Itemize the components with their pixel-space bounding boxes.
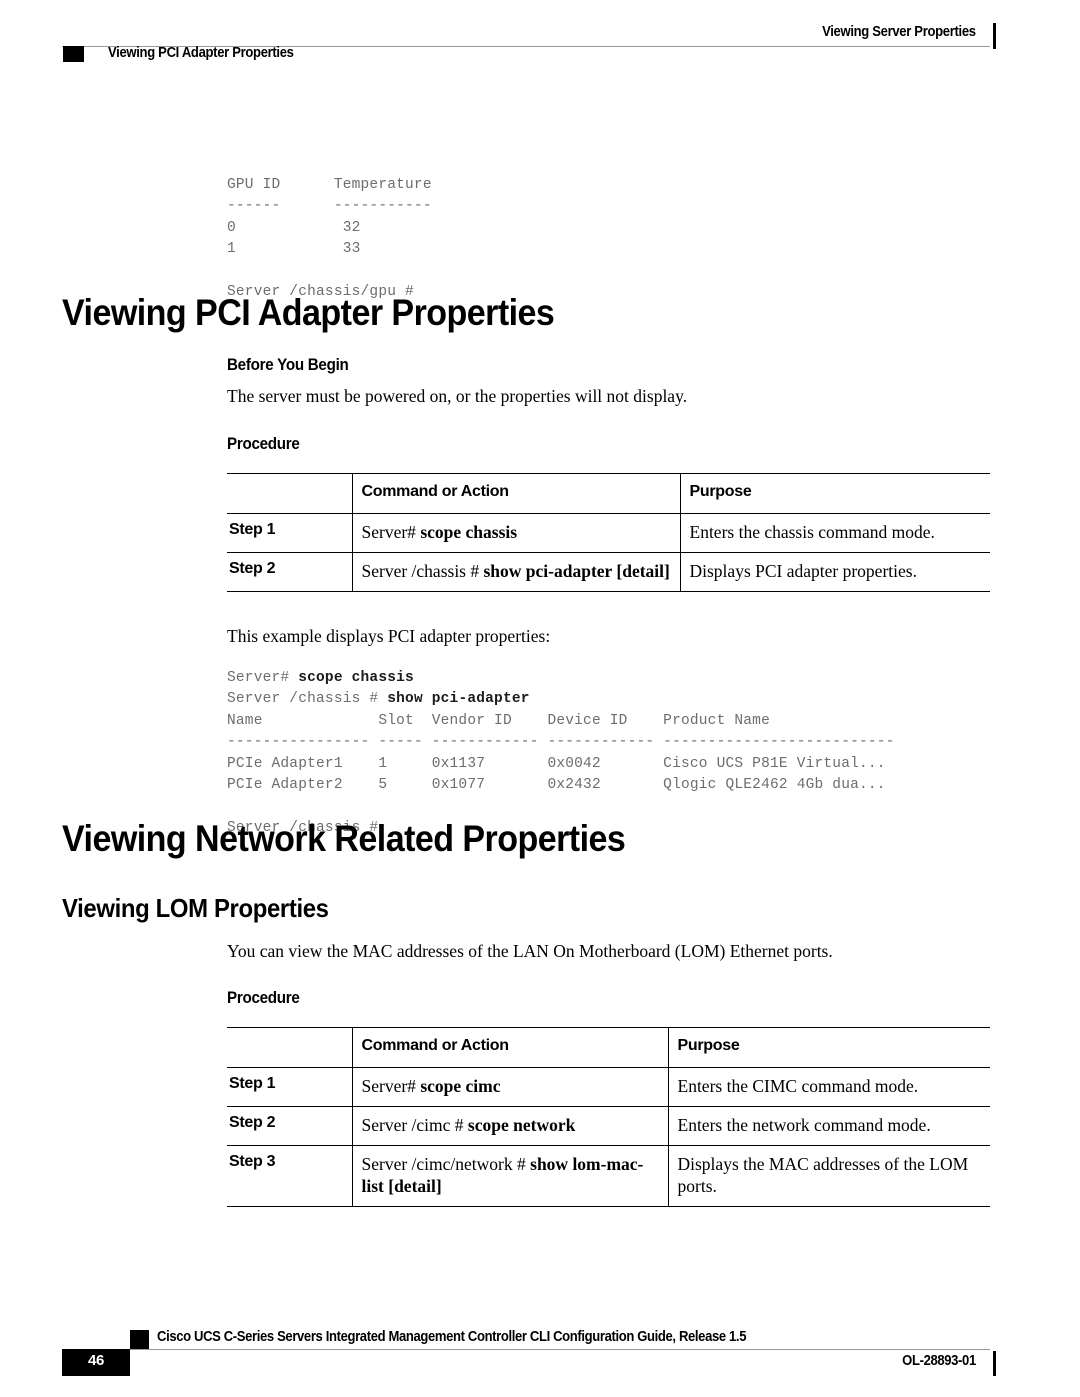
before-you-begin-text: The server must be powered on, or the pr… xyxy=(227,386,688,406)
step-command-cell: Server /chassis # show pci-adapter [deta… xyxy=(351,552,680,592)
section-heading-viewing-lom-properties: Viewing LOM Properties xyxy=(62,893,329,923)
heading-before-you-begin: Before You Begin xyxy=(227,356,349,374)
page-title-viewing-network-related-properties: Viewing Network Related Properties xyxy=(62,818,626,859)
table-row: Step 1 Server# scope cimc Enters the CIM… xyxy=(227,1067,990,1107)
footer-bullet-square-icon xyxy=(130,1330,149,1349)
header-bullet-square-icon xyxy=(63,46,84,62)
running-head-right: Viewing Server Properties xyxy=(822,24,976,40)
footer-document-id: OL-28893-01 xyxy=(902,1353,976,1369)
command-prompt-text: Server# xyxy=(361,522,421,542)
table-row: Step 3 Server /cimc/network # show lom-m… xyxy=(227,1145,990,1207)
example-intro-text-pci: This example displays PCI adapter proper… xyxy=(227,626,551,646)
step-purpose-cell: Displays the MAC addresses of the LOM po… xyxy=(667,1145,990,1207)
step-purpose-cell: Enters the chassis command mode. xyxy=(679,513,990,553)
header-edge-tick-mark xyxy=(993,23,996,49)
page-number: 46 xyxy=(87,1352,105,1369)
step-label: Step 1 xyxy=(227,1067,352,1107)
table-header-row: Command or Action Purpose xyxy=(227,473,990,514)
column-header-command-or-action: Command or Action xyxy=(351,1027,668,1068)
page-footer: Cisco UCS C-Series Servers Integrated Ma… xyxy=(0,1307,1080,1397)
column-header-blank xyxy=(227,473,352,514)
column-header-purpose: Purpose xyxy=(667,1027,990,1068)
table-row: Step 2 Server /cimc # scope network Ente… xyxy=(227,1106,990,1146)
heading-procedure-pci: Procedure xyxy=(227,435,300,453)
heading-procedure-lom: Procedure xyxy=(227,989,300,1007)
step-label: Step 2 xyxy=(227,552,352,592)
step-purpose-cell: Displays PCI adapter properties. xyxy=(679,552,990,592)
gpu-temperature-code-block: GPU ID Temperature ------ ----------- 0 … xyxy=(227,176,432,301)
pci-adapter-example-code-block: Server# scope chassis Server /chassis # … xyxy=(227,668,895,840)
procedure-table-lom: Command or Action Purpose Step 1 Server#… xyxy=(227,1027,990,1207)
command-prompt-text: Server /chassis # xyxy=(361,561,484,581)
page-header: Viewing Server Properties Viewing PCI Ad… xyxy=(0,0,1080,78)
running-head-left: Viewing PCI Adapter Properties xyxy=(108,45,294,61)
footer-guide-title: Cisco UCS C-Series Servers Integrated Ma… xyxy=(157,1329,747,1345)
command-prompt-text: Server# xyxy=(361,1076,421,1096)
step-command-cell: Server# scope cimc xyxy=(351,1067,668,1107)
step-command-cell: Server /cimc # scope network xyxy=(351,1106,668,1146)
page-title-viewing-pci-adapter-properties: Viewing PCI Adapter Properties xyxy=(62,292,555,333)
step-label: Step 3 xyxy=(227,1145,352,1207)
step-command-cell: Server# scope chassis xyxy=(351,513,680,553)
code-prompt-line1: Server# xyxy=(227,669,299,686)
command-keyword-text: scope chassis xyxy=(420,522,518,542)
column-header-command-or-action: Command or Action xyxy=(351,473,680,514)
step-label: Step 2 xyxy=(227,1106,352,1146)
code-command-line2: show pci-adapter xyxy=(387,691,530,707)
command-prompt-text: Server /cimc # xyxy=(361,1115,468,1135)
step-purpose-cell: Enters the CIMC command mode. xyxy=(667,1067,990,1107)
command-keyword-text: show pci-adapter [detail] xyxy=(483,561,670,581)
step-purpose-cell: Enters the network command mode. xyxy=(667,1106,990,1146)
procedure-table-pci: Command or Action Purpose Step 1 Server#… xyxy=(227,473,990,592)
step-label: Step 1 xyxy=(227,513,352,553)
footer-edge-tick-mark xyxy=(993,1351,996,1376)
table-header-row: Command or Action Purpose xyxy=(227,1027,990,1068)
lom-intro-text: You can view the MAC addresses of the LA… xyxy=(227,941,833,961)
command-keyword-text: scope network xyxy=(467,1115,576,1135)
step-command-cell: Server /cimc/network # show lom-mac-list… xyxy=(351,1145,668,1207)
footer-divider-rule xyxy=(62,1349,990,1350)
column-header-blank xyxy=(227,1027,352,1068)
code-command-line1: scope chassis xyxy=(298,669,414,686)
table-row: Step 2 Server /chassis # show pci-adapte… xyxy=(227,552,990,592)
command-prompt-text: Server /cimc/network # xyxy=(361,1154,531,1174)
command-keyword-text: scope cimc xyxy=(420,1076,501,1096)
table-row: Step 1 Server# scope chassis Enters the … xyxy=(227,513,990,553)
column-header-purpose: Purpose xyxy=(679,473,990,514)
code-prompt-line2: Server /chassis # xyxy=(227,691,388,707)
